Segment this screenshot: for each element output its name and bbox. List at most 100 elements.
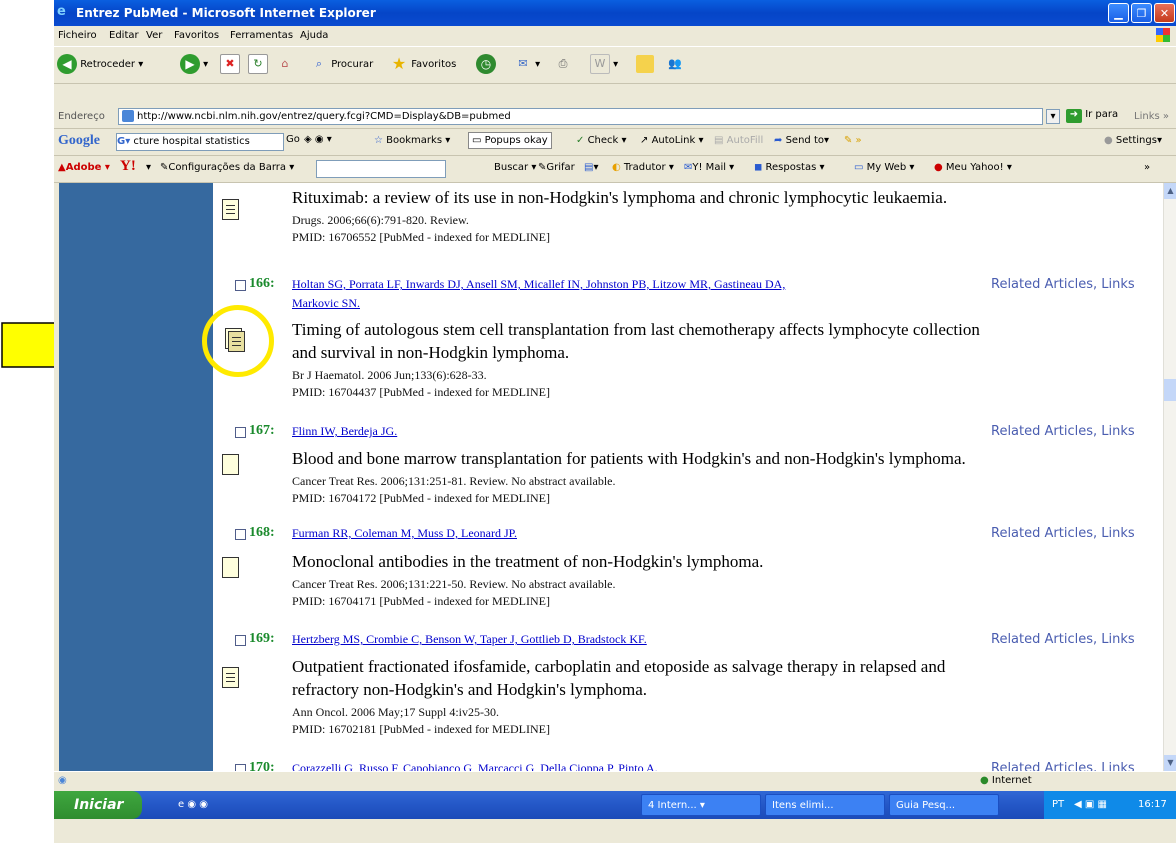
maximize-button[interactable]: ❐ bbox=[1131, 3, 1152, 23]
google-go-button[interactable]: Go bbox=[286, 134, 300, 145]
scroll-up-button[interactable]: ▲ bbox=[1164, 183, 1176, 199]
result-authors-link[interactable]: Hertzberg MS, Crombie C, Benson W, Taper… bbox=[292, 632, 647, 647]
highlighter-icon[interactable]: ✎ » bbox=[844, 135, 862, 146]
status-bar: ◉ ● Internet bbox=[54, 771, 1176, 792]
abstract-doc-icon[interactable] bbox=[222, 199, 239, 220]
yahoo-dropdown[interactable]: ▾ bbox=[146, 162, 151, 173]
minimize-button[interactable]: ▁ bbox=[1108, 3, 1129, 23]
tradutor-button[interactable]: ◐ Tradutor ▾ bbox=[612, 162, 674, 173]
myweb-button[interactable]: ▭ My Web ▾ bbox=[854, 162, 914, 173]
adobe-button[interactable]: ▲Adobe ▾ bbox=[58, 162, 110, 173]
result-authors-link[interactable]: Furman RR, Coleman M, Muss D, Leonard JP… bbox=[292, 526, 517, 541]
menu-ficheiro[interactable]: Ficheiro bbox=[58, 30, 97, 41]
menu-ver[interactable]: Ver bbox=[146, 30, 162, 41]
related-articles-link[interactable]: Related Articles, Links bbox=[991, 632, 1135, 647]
task-recycle[interactable]: Itens elimi... bbox=[765, 794, 885, 816]
result-pmid: PMID: 16704171 [PubMed - indexed for MED… bbox=[292, 594, 550, 608]
ymail-button[interactable]: ✉Y! Mail ▾ bbox=[684, 162, 734, 173]
result-authors-link[interactable]: Holtan SG, Porrata LF, Inwards DJ, Ansel… bbox=[292, 277, 785, 292]
annotation-circle bbox=[202, 305, 274, 377]
result-source: Br J Haematol. 2006 Jun;133(6):628-33. bbox=[292, 368, 487, 382]
autofill-button[interactable]: ▤ AutoFill bbox=[714, 135, 763, 146]
result-checkbox[interactable] bbox=[235, 764, 246, 771]
result-number: 169: bbox=[249, 631, 275, 646]
result-authors-link[interactable]: Markovic SN. bbox=[292, 296, 360, 311]
no-abstract-doc-icon[interactable] bbox=[222, 454, 239, 475]
result-title: Monoclonal antibodies in the treatment o… bbox=[292, 552, 764, 571]
back-arrow-icon: ◀ bbox=[57, 54, 77, 74]
messenger-button[interactable]: 👥 bbox=[666, 54, 684, 76]
menu-favoritos[interactable]: Favoritos bbox=[174, 30, 219, 41]
settings-button[interactable]: ● Settings▾ bbox=[1104, 135, 1162, 146]
google-extra-icons[interactable]: ◈ ◉ ▾ bbox=[304, 134, 332, 145]
forward-button[interactable]: ▶ ▾ bbox=[180, 54, 208, 76]
result-checkbox[interactable] bbox=[235, 529, 246, 540]
sendto-button[interactable]: ➦ Send to▾ bbox=[774, 135, 829, 146]
links-button[interactable]: Links » bbox=[1134, 111, 1169, 122]
search-button[interactable]: ⌕ Procurar bbox=[310, 54, 373, 76]
history-icon: ◷ bbox=[476, 54, 496, 74]
go-button[interactable]: ➜ Ir para bbox=[1066, 109, 1118, 123]
respostas-button[interactable]: ◼ Respostas ▾ bbox=[754, 162, 825, 173]
quicklaunch-icons[interactable]: e ◉ ◉ bbox=[178, 799, 208, 810]
popups-button[interactable]: ▭ Popups okay bbox=[468, 132, 552, 149]
refresh-button[interactable]: ↻ bbox=[248, 54, 268, 76]
google-logo[interactable]: Google bbox=[58, 133, 100, 149]
zone-indicator: ● Internet bbox=[980, 775, 1032, 786]
address-dropdown[interactable]: ▾ bbox=[1046, 109, 1060, 124]
task-word[interactable]: Guia Pesq... bbox=[889, 794, 999, 816]
scroll-down-button[interactable]: ▼ bbox=[1164, 755, 1176, 771]
yahoo-avatar-icon: ● bbox=[934, 162, 943, 173]
result-authors-link[interactable]: Corazzelli G, Russo F, Capobianco G, Mar… bbox=[292, 761, 658, 771]
buscar-button[interactable]: Buscar ▾ bbox=[494, 162, 536, 173]
google-g-icon: G▾ bbox=[117, 136, 131, 147]
stop-button[interactable]: ✖ bbox=[220, 54, 240, 76]
autofill-icon: ▤ bbox=[714, 135, 724, 146]
start-button[interactable]: Iniciar bbox=[54, 791, 142, 819]
related-articles-link[interactable]: Related Articles, Links bbox=[991, 761, 1135, 771]
no-abstract-doc-icon[interactable] bbox=[222, 557, 239, 578]
check-button[interactable]: ✓ Check ▾ bbox=[576, 135, 627, 146]
abstract-doc-icon[interactable] bbox=[222, 667, 239, 688]
config-button[interactable]: ✎Configurações da Barra ▾ bbox=[160, 162, 294, 173]
menu-ajuda[interactable]: Ajuda bbox=[300, 30, 328, 41]
discuss-button[interactable] bbox=[636, 54, 654, 76]
related-articles-link[interactable]: Related Articles, Links bbox=[991, 526, 1135, 541]
edit-button[interactable]: W ▾ bbox=[590, 54, 618, 76]
result-checkbox[interactable] bbox=[235, 635, 246, 646]
result-authors-link[interactable]: Flinn IW, Berdeja JG. bbox=[292, 424, 397, 439]
scroll-thumb[interactable] bbox=[1164, 379, 1176, 401]
related-articles-link[interactable]: Related Articles, Links bbox=[991, 424, 1135, 439]
close-button[interactable]: ✕ bbox=[1154, 3, 1175, 23]
task-ie[interactable]: 4 Intern... ▾ bbox=[641, 794, 761, 816]
home-button[interactable]: ⌂ bbox=[276, 54, 294, 76]
yahoo-logo[interactable]: Y! bbox=[120, 158, 136, 175]
yahoo-search-input[interactable] bbox=[316, 160, 446, 178]
meuyahoo-button[interactable]: ● Meu Yahoo! ▾ bbox=[934, 162, 1012, 173]
mail-button[interactable]: ✉ ▾ bbox=[514, 54, 540, 76]
google-search-input[interactable]: G▾ cture hospital statistics bbox=[116, 133, 284, 151]
yahoo-toolbar: ▲Adobe ▾ Y! ▾ ✎Configurações da Barra ▾ … bbox=[54, 156, 1176, 183]
language-indicator[interactable]: PT bbox=[1052, 791, 1064, 819]
history-button[interactable]: ◷ bbox=[476, 54, 496, 76]
menu-ferramentas[interactable]: Ferramentas bbox=[230, 30, 293, 41]
vertical-scrollbar[interactable]: ▲ ▼ bbox=[1163, 183, 1176, 771]
menu-editar[interactable]: Editar bbox=[109, 30, 139, 41]
result-number: 168: bbox=[249, 525, 275, 540]
spellcheck-icon: ✓ bbox=[576, 135, 585, 146]
toolbar-overflow[interactable]: » bbox=[1144, 162, 1150, 173]
favorites-button[interactable]: ★ Favoritos bbox=[390, 54, 457, 76]
result-checkbox[interactable] bbox=[235, 280, 246, 291]
tray-icons[interactable]: ◀ ▣ ▦ bbox=[1074, 791, 1107, 819]
layout-button[interactable]: ▤▾ bbox=[584, 162, 598, 173]
page-icon bbox=[122, 110, 134, 122]
left-sidebar bbox=[59, 183, 213, 771]
address-input[interactable]: http://www.ncbi.nlm.nih.gov/entrez/query… bbox=[118, 108, 1043, 125]
related-articles-link[interactable]: Related Articles, Links bbox=[991, 277, 1135, 292]
print-button[interactable]: ⎙ bbox=[554, 54, 572, 76]
back-button[interactable]: ◀ Retroceder ▾ bbox=[57, 54, 143, 76]
grifar-button[interactable]: ✎Grifar bbox=[538, 162, 575, 173]
autolink-button[interactable]: ↗ AutoLink ▾ bbox=[640, 135, 703, 146]
bookmarks-button[interactable]: ☆ Bookmarks ▾ bbox=[374, 135, 450, 146]
result-checkbox[interactable] bbox=[235, 427, 246, 438]
